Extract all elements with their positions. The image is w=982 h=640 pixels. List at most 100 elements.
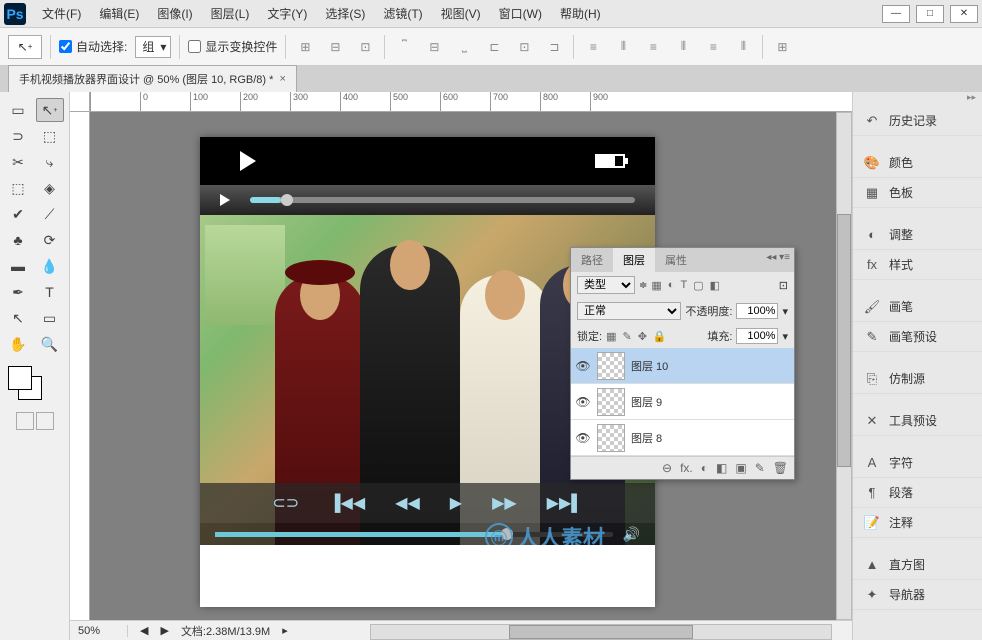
filter-adjust-icon[interactable]: ◐ <box>668 279 675 292</box>
tool-move[interactable]: ↖+ <box>36 98 64 122</box>
distribute-icon[interactable]: ≡ <box>582 36 604 58</box>
nav-prev-icon[interactable]: ◀ <box>140 624 148 637</box>
tool-lasso[interactable]: ⊃ <box>4 124 32 148</box>
tool-move-plus[interactable]: ▭ <box>4 98 32 122</box>
new-layer-icon[interactable]: ✎ <box>755 461 765 475</box>
chevron-down-icon[interactable]: ▾ <box>782 330 788 343</box>
screen-mode-button[interactable] <box>36 412 54 430</box>
quick-mask-button[interactable] <box>16 412 34 430</box>
menu-file[interactable]: 文件(F) <box>34 1 89 26</box>
menu-window[interactable]: 窗口(W) <box>491 1 550 26</box>
panel-character[interactable]: A字符 <box>853 448 982 478</box>
horizontal-scrollbar[interactable] <box>370 624 832 640</box>
lock-transparency-icon[interactable]: ▦ <box>606 330 616 343</box>
tab-paths[interactable]: 路径 <box>571 248 613 272</box>
chevron-down-icon[interactable]: ▾ <box>782 305 788 318</box>
align-hcenter-icon[interactable]: ⊡ <box>513 36 535 58</box>
layer-thumbnail[interactable] <box>597 424 625 452</box>
zoom-value[interactable]: 50% <box>78 625 128 637</box>
panel-brush-presets[interactable]: ✎画笔预设 <box>853 322 982 352</box>
vertical-ruler[interactable] <box>70 112 90 620</box>
layer-item[interactable]: 👁 图层 9 <box>571 384 794 420</box>
show-transform-checkbox[interactable] <box>188 40 201 53</box>
minimize-button[interactable]: — <box>882 5 910 23</box>
distribute-icon[interactable]: ⦀ <box>732 36 754 58</box>
tab-properties[interactable]: 属性 <box>655 248 697 272</box>
foreground-color-swatch[interactable] <box>8 366 32 390</box>
panel-navigator[interactable]: ✦导航器 <box>853 580 982 610</box>
layer-thumbnail[interactable] <box>597 352 625 380</box>
tool-gradient[interactable]: ▬ <box>4 254 32 278</box>
filter-pixel-icon[interactable]: ▦ <box>651 279 661 292</box>
show-transform-check[interactable]: 显示变换控件 <box>188 38 277 55</box>
distribute-icon[interactable]: ≡ <box>642 36 664 58</box>
align-icon[interactable]: ⊞ <box>294 36 316 58</box>
auto-select-check[interactable]: 自动选择: <box>59 38 127 55</box>
lock-all-icon[interactable]: 🔒 <box>653 330 667 343</box>
adjustment-layer-icon[interactable]: ◧ <box>716 461 727 475</box>
tool-zoom[interactable]: 🔍 <box>36 332 64 356</box>
filter-text-icon[interactable]: T <box>680 279 687 292</box>
delete-layer-icon[interactable]: 🗑 <box>773 461 788 475</box>
tool-hand[interactable]: ✋ <box>4 332 32 356</box>
tool-eyedropper[interactable]: ⤷ <box>36 150 64 174</box>
filter-shape-icon[interactable]: ▢ <box>693 279 703 292</box>
panel-tool-presets[interactable]: ✕工具预设 <box>853 406 982 436</box>
visibility-icon[interactable]: 👁 <box>575 431 591 445</box>
close-button[interactable]: ✕ <box>950 5 978 23</box>
align-left-icon[interactable]: ⊏ <box>483 36 505 58</box>
menu-layer[interactable]: 图层(L) <box>203 1 258 26</box>
menu-image[interactable]: 图像(I) <box>149 1 200 26</box>
layers-panel[interactable]: 路径 图层 属性 ◂◂ ▾≡ 类型 ≑ ▦ ◐ T ▢ ◧ ⊡ 正常 不透明度: <box>570 247 795 480</box>
document-tab[interactable]: 手机视频播放器界面设计 @ 50% (图层 10, RGB/8) * × <box>8 65 297 92</box>
panel-swatches[interactable]: ▦色板 <box>853 178 982 208</box>
panel-clone-source[interactable]: ⎘仿制源 <box>853 364 982 394</box>
filter-toggle-icon[interactable]: ⊡ <box>779 279 788 292</box>
tool-brush[interactable]: ✔ <box>4 202 32 226</box>
align-vcenter-icon[interactable]: ⊟ <box>423 36 445 58</box>
scroll-thumb[interactable] <box>837 214 851 467</box>
tool-patch[interactable]: ⬚ <box>4 176 32 200</box>
panel-notes[interactable]: 📝注释 <box>853 508 982 538</box>
distribute-icon[interactable]: ⦀ <box>612 36 634 58</box>
tab-close-icon[interactable]: × <box>279 73 285 85</box>
panel-history[interactable]: ↶历史记录 <box>853 106 982 136</box>
tool-pen[interactable]: ✒ <box>4 280 32 304</box>
chevron-right-icon[interactable]: ▸ <box>282 624 288 637</box>
panel-color[interactable]: 🎨颜色 <box>853 148 982 178</box>
lock-position-icon[interactable]: ✥ <box>638 330 647 343</box>
menu-edit[interactable]: 编辑(E) <box>91 1 147 26</box>
lock-pixels-icon[interactable]: ✎ <box>622 330 631 343</box>
auto-select-checkbox[interactable] <box>59 40 72 53</box>
panel-adjustments[interactable]: ◐调整 <box>853 220 982 250</box>
arrange-icon[interactable]: ⊞ <box>771 36 793 58</box>
align-right-icon[interactable]: ⊐ <box>543 36 565 58</box>
tool-healing[interactable]: ◈ <box>36 176 64 200</box>
group-select[interactable]: 组 ▾ <box>135 36 171 58</box>
layer-item[interactable]: 👁 图层 8 <box>571 420 794 456</box>
align-bottom-icon[interactable]: ⎵ <box>453 36 475 58</box>
panel-histogram[interactable]: ▲直方图 <box>853 550 982 580</box>
tool-marquee[interactable]: ⬚ <box>36 124 64 148</box>
visibility-icon[interactable]: 👁 <box>575 395 591 409</box>
panel-brush[interactable]: 🖌画笔 <box>853 292 982 322</box>
tab-layers[interactable]: 图层 <box>613 248 655 272</box>
vertical-scrollbar[interactable] <box>836 112 852 620</box>
filter-kind-select[interactable]: 类型 <box>577 276 635 294</box>
tool-crop[interactable]: ✂ <box>4 150 32 174</box>
align-top-icon[interactable]: ⎴ <box>393 36 415 58</box>
panel-styles[interactable]: fx样式 <box>853 250 982 280</box>
blend-mode-select[interactable]: 正常 <box>577 302 681 320</box>
scroll-thumb[interactable] <box>509 625 693 639</box>
current-tool-indicator[interactable]: ↖+ <box>8 35 42 59</box>
tool-pencil[interactable]: ⟋ <box>36 202 64 226</box>
panel-paragraph[interactable]: ¶段落 <box>853 478 982 508</box>
layer-item[interactable]: 👁 图层 10 <box>571 348 794 384</box>
group-icon[interactable]: ▣ <box>735 461 746 475</box>
filter-smart-icon[interactable]: ◧ <box>710 279 720 292</box>
fill-input[interactable] <box>736 328 778 344</box>
menu-filter[interactable]: 滤镜(T) <box>375 1 430 26</box>
horizontal-ruler[interactable]: 0 100 200 300 400 500 600 700 800 900 <box>90 92 852 112</box>
tool-blur[interactable]: 💧 <box>36 254 64 278</box>
layer-mask-icon[interactable]: ◐ <box>701 461 708 475</box>
